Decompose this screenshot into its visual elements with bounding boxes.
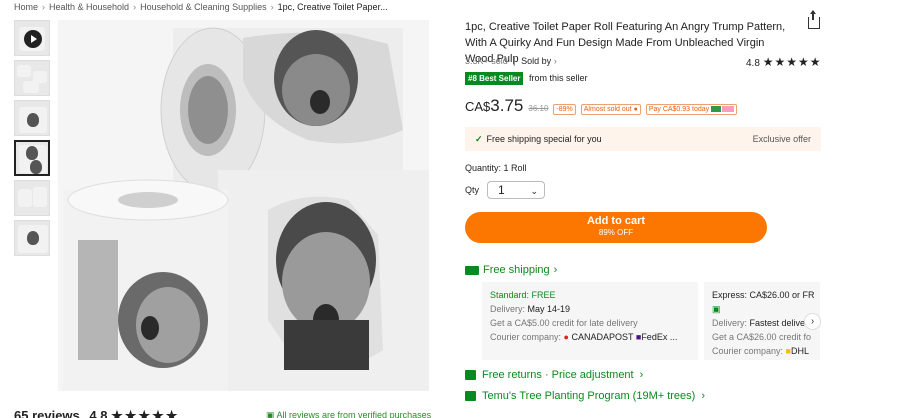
original-price: 36.10 [528,104,549,113]
add-to-cart-discount: 89% OFF [598,228,634,237]
best-seller-row: #8 Best Seller from this seller [465,72,588,85]
toilet-paper-illustration [58,20,429,391]
returns-icon [465,370,476,380]
star-rating-icon: ★★★★★ [111,408,180,418]
best-seller-text: from this seller [529,73,588,83]
review-rating: 4.8 [89,408,108,418]
express-title: Express: CA$26.00 or FR [712,290,815,300]
next-arrow-button[interactable]: › [804,313,821,330]
tree-icon [465,391,476,401]
verified-reviews-note: ▣ All reviews are from verified purchase… [266,410,431,418]
check-icon: ✓ [475,133,483,144]
courier-dhl: DHL [790,346,809,356]
chevron-right-icon: › [42,2,46,12]
qty-label: Qty [465,185,480,195]
chevron-right-icon: › [553,264,558,276]
delivery-date: May 14-19 [527,304,571,314]
tree-planting-label: Temu's Tree Planting Program (19M+ trees… [482,390,696,402]
thumbnail-image[interactable] [14,100,50,136]
tree-planting-link[interactable]: Temu's Tree Planting Program (19M+ trees… [465,390,705,402]
quantity-label: Quantity: 1 Roll [465,163,527,173]
delivery-label: Delivery: [712,318,748,328]
price-row: CA$3.75 36.10 -89% Almost sold out ● Pay… [465,96,738,116]
verified-text: All reviews are from verified purchases [276,410,432,418]
sold-by-link[interactable]: Sold by [521,56,551,66]
free-shipping-label: Free shipping [483,264,550,276]
chevron-right-icon: › [810,316,815,327]
courier-canadapost: CANADAPOST [571,332,634,342]
courier-label: Courier company: [490,332,562,342]
chevron-right-icon: › [553,56,557,66]
star-rating-icon: ★★★★★ [762,55,822,69]
quantity-row: Qty 1 ⌄ [465,181,546,199]
quantity-select[interactable]: 1 ⌄ [487,181,546,199]
express-credit-text: Get a CA$26.00 credit fo [712,332,812,342]
thumbnail-image[interactable] [14,60,50,96]
free-shipping-special-text: Free shipping special for you [486,134,602,144]
returns-label: Free returns · Price adjustment [482,369,634,381]
free-returns-link[interactable]: Free returns · Price adjustment › [465,369,643,381]
chevron-down-icon: ⌄ [530,186,539,196]
lock-icon: ▣ [712,304,721,314]
chevron-right-icon: › [133,2,137,12]
rating-value: 4.8 [746,58,760,69]
thumbnail-image[interactable] [14,220,50,256]
chevron-right-icon: › [270,2,274,12]
best-seller-badge: #8 Best Seller [465,72,524,85]
share-icon[interactable] [808,10,820,29]
exclusive-offer-text: Exclusive offer [752,134,811,144]
pay-later-tag[interactable]: Pay CA$0.93 today [645,104,738,115]
product-meta: 3.3K+ sold | Sold by › [465,56,557,66]
courier-label: Courier company: [712,346,784,356]
play-icon [24,30,42,48]
klarna-logo-icon [722,106,735,113]
discount-tag: -89% [553,104,576,115]
reviews-summary[interactable]: 65 reviews 4.8 ★★★★★ [14,408,179,418]
chevron-right-icon: › [701,390,705,402]
delivery-label: Delivery: [490,304,526,314]
rating-summary[interactable]: 4.8 ★★★★★ [746,55,821,69]
current-price: CA$3.75 [465,96,524,115]
review-count: 65 reviews [14,408,80,418]
thumbnail-list [14,20,50,260]
courier-fedex: FedEx ... [641,332,678,342]
late-credit-text: Get a CA$5.00 credit for late delivery [490,318,638,328]
canadapost-logo-icon: ● [563,332,569,342]
standard-shipping-card[interactable]: Standard: FREE Delivery: May 14-19 Get a… [482,282,698,360]
standard-title: Standard: FREE [490,290,556,300]
quantity-value: 1 [498,183,505,197]
afterpay-logo-icon [711,106,722,113]
delivery-speed: Fastest deliver [749,318,809,328]
free-shipping-link[interactable]: Free shipping › [465,264,557,276]
info-icon: ● [633,106,638,113]
free-shipping-banner: ✓ Free shipping special for you Exclusiv… [465,127,821,151]
thumbnail-image[interactable] [14,180,50,216]
truck-icon [465,265,479,275]
thumbnail-image-selected[interactable] [14,140,50,176]
shield-check-icon: ▣ [266,410,275,418]
express-shipping-card[interactable]: Express: CA$26.00 or FR ▣ Delivery: Fast… [704,282,820,360]
product-main-image[interactable] [58,20,429,391]
breadcrumb-category[interactable]: Health & Household [49,2,129,12]
chevron-right-icon: › [639,369,644,381]
almost-sold-out-tag: Almost sold out ● [580,104,641,115]
thumbnail-video[interactable] [14,20,50,56]
add-to-cart-button[interactable]: Add to cart 89% OFF [465,212,767,243]
breadcrumb-current: 1pc, Creative Toilet Paper... [277,2,388,12]
add-to-cart-label: Add to cart [586,215,646,227]
breadcrumb-subcategory[interactable]: Household & Cleaning Supplies [140,2,267,12]
breadcrumb: Home › Health & Household › Household & Clea… [14,2,388,12]
sold-count: 3.3K+ sold [465,56,508,66]
breadcrumb-home[interactable]: Home [14,2,38,12]
